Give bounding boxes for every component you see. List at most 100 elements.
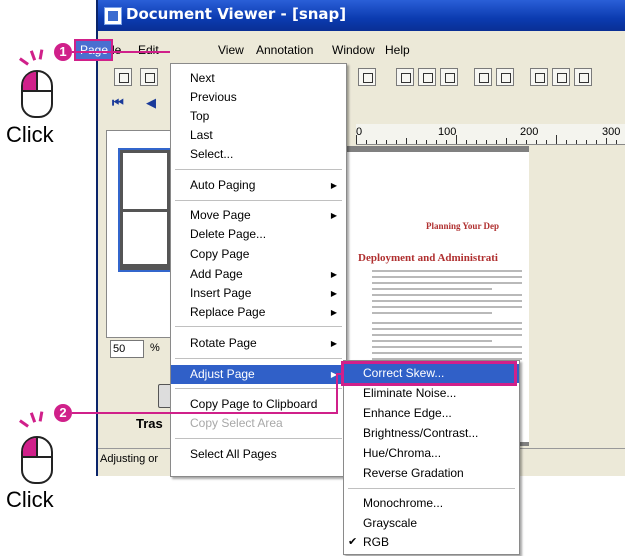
menu-item-copy-select-area: Copy Select Area (190, 416, 283, 430)
callout-line (72, 412, 337, 414)
menu-item-delete-page[interactable]: Delete Page... (171, 225, 346, 244)
ruler-label: 200 (520, 126, 539, 138)
two-page-icon[interactable] (552, 68, 570, 86)
submenu-item-monochrome[interactable]: Monochrome... (344, 494, 519, 513)
first-page-icon[interactable]: ⏮ (112, 96, 124, 111)
body-text-line (372, 352, 522, 354)
menu-page-label: Page (80, 43, 109, 57)
horizontal-ruler: 0 100 200 300 (356, 124, 625, 145)
step-badge: 1 (54, 43, 72, 61)
click-spark-icon (19, 419, 29, 428)
body-text-line (372, 328, 522, 330)
app-icon (104, 7, 122, 25)
menu-item-auto-paging[interactable]: Auto Paging ▶ (171, 176, 346, 195)
ruler-label: 100 (438, 126, 457, 138)
copy-icon[interactable] (358, 68, 376, 86)
document-heading: Planning Your Dep (426, 221, 500, 231)
adjust-page-submenu: Correct Skew... Eliminate Noise... Enhan… (343, 360, 520, 555)
body-text-line (372, 270, 522, 272)
click-spark-icon (38, 49, 44, 60)
menu-item-copy-page[interactable]: Copy Page (171, 245, 346, 264)
callout-line (72, 51, 170, 53)
menu-item-select[interactable]: Select... (171, 145, 346, 164)
title-bar: Document Viewer - [snap] (98, 0, 625, 31)
menu-help[interactable]: Help (385, 43, 410, 57)
body-text-line (372, 334, 522, 336)
previous-page-icon[interactable]: ◀ (146, 96, 156, 111)
menu-edit[interactable]: Edit (138, 43, 159, 57)
menu-annotation[interactable]: Annotation (256, 43, 313, 57)
menu-item-replace-page[interactable]: Replace Page ▶ (171, 303, 346, 322)
submenu-item-reverse-gradation[interactable]: Reverse Gradation (344, 464, 519, 483)
menu-separator (348, 488, 515, 489)
click-spark-icon (38, 411, 44, 422)
click-label: Click (6, 122, 54, 147)
menu-page[interactable]: Page (74, 39, 113, 61)
menu-separator (175, 438, 342, 439)
menu-item-next[interactable]: Next (171, 69, 346, 88)
menu-item-insert-page[interactable]: Insert Page ▶ (171, 284, 346, 303)
trash-label: Tras (136, 416, 163, 431)
click-spark-icon (29, 412, 37, 423)
open-icon[interactable] (114, 68, 132, 86)
menu-item-adjust-page[interactable]: Adjust Page ▶ (171, 365, 346, 384)
menu-separator (175, 358, 342, 359)
submenu-item-brightness-contrast[interactable]: Brightness/Contrast... (344, 424, 519, 443)
menu-bar: File Edit View Annotation Window Help (98, 40, 625, 62)
rotate-left-icon[interactable] (396, 68, 414, 86)
click-spark-icon (29, 50, 37, 61)
body-text-line (372, 322, 522, 324)
body-text-line (372, 340, 492, 342)
body-text-line (372, 276, 522, 278)
menu-item-select-all-pages[interactable]: Select All Pages (171, 445, 346, 464)
menu-item-top[interactable]: Top (171, 107, 346, 126)
body-text-line (372, 306, 522, 308)
menu-window[interactable]: Window (332, 43, 375, 57)
menu-view[interactable]: View (218, 43, 244, 57)
correct-skew-callout-box (341, 361, 517, 386)
click-label: Click (6, 487, 54, 512)
submenu-item-eliminate-noise[interactable]: Eliminate Noise... (344, 384, 519, 403)
rotate-icon[interactable] (440, 68, 458, 86)
save-icon[interactable] (140, 68, 158, 86)
ruler-label: 300 (602, 126, 621, 138)
document-subheading: Deployment and Administrati (358, 252, 498, 264)
page-menu: Next Previous Top Last Select... Auto Pa… (170, 63, 347, 477)
menu-separator (175, 200, 342, 201)
menu-separator (175, 326, 342, 327)
step-badge: 2 (54, 404, 72, 422)
zoom-input[interactable]: 50 (110, 340, 144, 358)
submenu-item-enhance-edge[interactable]: Enhance Edge... (344, 404, 519, 423)
callout-line (336, 373, 344, 375)
zoom-in-icon[interactable] (474, 68, 492, 86)
submenu-item-rgb[interactable]: ✔ RGB (344, 533, 519, 552)
checkmark-icon: ✔ (348, 536, 358, 548)
body-text-line (372, 346, 522, 348)
status-text: Adjusting or (100, 453, 159, 465)
click-spark-icon (19, 57, 29, 66)
rotate-right-icon[interactable] (418, 68, 436, 86)
body-text-line (372, 294, 522, 296)
single-page-icon[interactable] (530, 68, 548, 86)
submenu-item-hue-chroma[interactable]: Hue/Chroma... (344, 444, 519, 463)
menu-item-add-page[interactable]: Add Page ▶ (171, 265, 346, 284)
menu-item-last[interactable]: Last (171, 126, 346, 145)
window-title: Document Viewer - [snap] (126, 5, 347, 23)
menu-separator (175, 388, 342, 389)
zoom-out-icon[interactable] (496, 68, 514, 86)
body-text-line (372, 282, 522, 284)
zoom-unit: % (150, 342, 160, 354)
menu-item-previous[interactable]: Previous (171, 88, 346, 107)
mouse-icon (21, 70, 53, 118)
page-width-icon[interactable] (574, 68, 592, 86)
callout-line (336, 373, 338, 414)
menu-separator (175, 169, 342, 170)
page-thumbnail[interactable] (118, 148, 172, 272)
body-text-line (372, 288, 492, 290)
menu-item-rotate-page[interactable]: Rotate Page ▶ (171, 334, 346, 353)
menu-item-move-page[interactable]: Move Page ▶ (171, 206, 346, 225)
mouse-icon (21, 436, 53, 484)
body-text-line (372, 312, 492, 314)
submenu-item-grayscale[interactable]: Grayscale (344, 514, 519, 533)
body-text-line (372, 300, 522, 302)
